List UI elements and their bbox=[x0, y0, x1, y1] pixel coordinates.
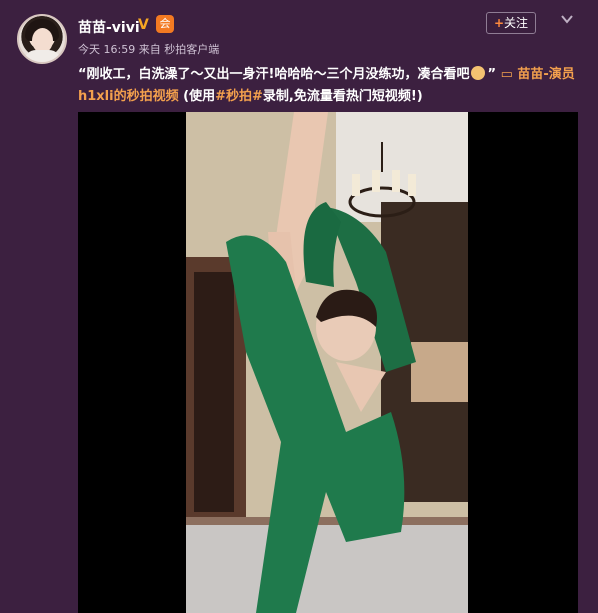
post-body: “刚收工，白洗澡了～又出一身汗!哈哈哈～三个月没练功，凑合看吧 bbox=[78, 67, 470, 82]
plus-icon: + bbox=[493, 16, 505, 30]
video-frame-image[interactable]: ◎秒拍 HD bbox=[186, 112, 468, 613]
text-tail-open: (使用 bbox=[183, 89, 216, 104]
avatar-collar bbox=[24, 50, 61, 62]
post-text: “刚收工，白洗澡了～又出一身汗!哈哈哈～三个月没练功，凑合看吧” ▭ 苗苗-演员… bbox=[78, 64, 578, 108]
hashtag-link[interactable]: #秒拍# bbox=[215, 89, 263, 104]
post-time[interactable]: 今天 16:59 bbox=[78, 43, 135, 56]
video-player[interactable]: ◎秒拍 HD bbox=[78, 112, 578, 613]
follow-button[interactable]: +关注 bbox=[486, 12, 536, 34]
follow-label: 关注 bbox=[504, 16, 529, 30]
video-scene bbox=[186, 112, 468, 613]
verified-icon: V bbox=[138, 17, 149, 33]
chevron-down-icon[interactable] bbox=[560, 12, 574, 26]
username[interactable]: 苗苗-vivi bbox=[78, 17, 140, 37]
close-quote: ” bbox=[487, 67, 497, 82]
video-link-icon: ▭ bbox=[500, 67, 513, 82]
text-tail-close: 录制,免流量看热门短视频!) bbox=[262, 89, 423, 104]
monkey-emoji-icon bbox=[471, 66, 486, 80]
source-prefix: 来自 bbox=[138, 43, 161, 56]
member-icon[interactable]: 会 bbox=[156, 15, 174, 33]
source-link[interactable]: 秒拍客户端 bbox=[164, 43, 219, 56]
post-meta: 今天 16:59 来自 秒拍客户端 bbox=[78, 41, 219, 57]
avatar[interactable] bbox=[17, 14, 67, 64]
